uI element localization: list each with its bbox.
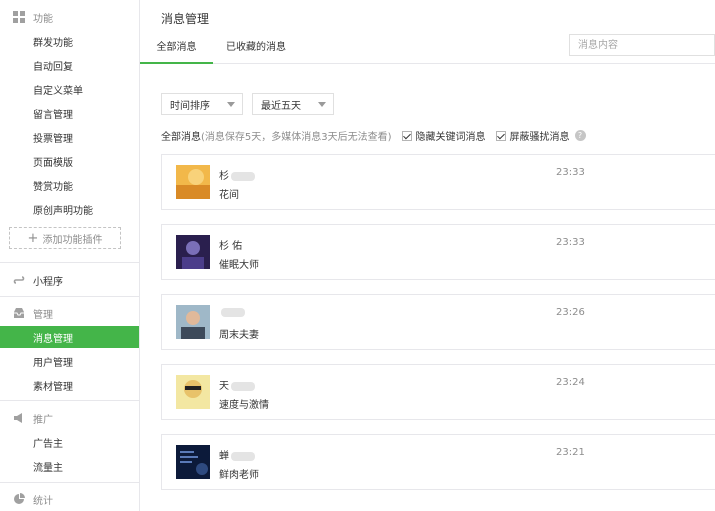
filter-label: 全部消息 (161, 132, 201, 143)
sender-name: 天 (219, 377, 255, 392)
checkbox-checked-icon (495, 130, 506, 141)
message-row[interactable]: 天 速度与激情 23:24 (161, 364, 715, 420)
plus-icon: + (27, 230, 39, 246)
miniprogram-icon (13, 276, 25, 284)
range-select[interactable]: 最近五天 (252, 93, 334, 115)
sidebar-item-auto-reply[interactable]: 自动回复 (0, 54, 139, 76)
chevron-down-icon (318, 102, 326, 107)
sidebar: 功能 群发功能 自动回复 自定义菜单 留言管理 投票管理 页面模版 赞赏功能 原… (0, 0, 140, 511)
sidebar-item-votes[interactable]: 投票管理 (0, 126, 139, 148)
sidebar-item-page-templates[interactable]: 页面模版 (0, 150, 139, 172)
promotion-section-title: 推广 (33, 414, 53, 426)
message-row[interactable]: 蝉 鲜肉老师 23:21 (161, 434, 715, 490)
sender-name: 杉 佑 (219, 241, 243, 252)
add-plugin-button[interactable]: + 添加功能插件 (9, 227, 121, 249)
page-title: 消息管理 (161, 12, 210, 26)
message-text: 花间 (219, 190, 239, 201)
help-icon[interactable]: ? (574, 130, 586, 141)
message-time: 23:26 (556, 307, 585, 318)
sidebar-item-miniprogram[interactable]: 小程序 (0, 270, 139, 290)
message-text: 催眠大师 (219, 260, 259, 271)
sort-select-value: 时间排序 (170, 100, 210, 112)
sort-select[interactable]: 时间排序 (161, 93, 243, 115)
sidebar-item-traffic-owner[interactable]: 流量主 (0, 455, 139, 477)
sidebar-item-appreciation[interactable]: 赞赏功能 (0, 174, 139, 196)
block-spam-checkbox[interactable]: 屏蔽骚扰消息 (495, 128, 570, 143)
sidebar-item-original-declaration[interactable]: 原创声明功能 (0, 198, 139, 220)
filter-row: 全部消息 (消息保存5天，多媒体消息3天后无法查看) 隐藏关键词消息 屏蔽骚扰消… (161, 128, 586, 143)
message-time: 23:33 (556, 167, 585, 178)
sidebar-item-messages[interactable]: 消息管理 (0, 326, 139, 348)
sidebar-divider (0, 296, 139, 297)
stats-section-title: 统计 (33, 495, 53, 507)
megaphone-icon (14, 413, 22, 423)
promotion-section-header: 推广 (0, 408, 139, 428)
checkbox-checked-icon (401, 130, 412, 141)
message-time: 23:33 (556, 237, 585, 248)
chevron-down-icon (227, 102, 235, 107)
avatar (176, 445, 210, 479)
sidebar-item-custom-menu[interactable]: 自定义菜单 (0, 78, 139, 100)
hide-keyword-label: 隐藏关键词消息 (415, 132, 486, 143)
search-input[interactable] (569, 34, 715, 56)
message-row[interactable]: 周末夫妻 23:26 (161, 294, 715, 350)
inbox-icon (14, 308, 24, 318)
sidebar-divider (0, 262, 139, 263)
message-row[interactable]: 杉 佑 催眠大师 23:33 (161, 224, 715, 280)
message-text: 周末夫妻 (219, 330, 259, 341)
main-content: 消息管理 全部消息 已收藏的消息 时间排序 最近五天 全部消息 (消息保存5天，… (140, 0, 715, 511)
grid-icon (13, 11, 25, 23)
message-row[interactable]: 杉 花间 23:33 (161, 154, 715, 210)
sender-name: 蝉 (219, 447, 255, 462)
retention-note: (消息保存5天，多媒体消息3天后无法查看) (201, 132, 392, 143)
sidebar-item-materials[interactable]: 素材管理 (0, 374, 139, 396)
tab-all-messages[interactable]: 全部消息 (140, 33, 213, 64)
message-time: 23:21 (556, 447, 585, 458)
message-text: 速度与激情 (219, 400, 269, 411)
hide-keyword-checkbox[interactable]: 隐藏关键词消息 (401, 128, 486, 143)
sidebar-divider (0, 482, 139, 483)
pie-chart-icon (14, 493, 25, 504)
avatar (176, 375, 210, 409)
range-select-value: 最近五天 (261, 100, 301, 112)
tab-starred-messages[interactable]: 已收藏的消息 (221, 33, 291, 63)
sidebar-item-advertiser[interactable]: 广告主 (0, 431, 139, 453)
message-text: 鲜肉老师 (219, 470, 259, 481)
avatar (176, 235, 210, 269)
sender-name: 杉 (219, 167, 255, 182)
features-section-header: 功能 (0, 7, 139, 27)
management-section-title: 管理 (33, 309, 53, 321)
avatar (176, 165, 210, 199)
sidebar-item-stats[interactable]: 统计 (0, 489, 139, 509)
sidebar-divider (0, 400, 139, 401)
block-spam-label: 屏蔽骚扰消息 (509, 132, 570, 143)
add-plugin-label: 添加功能插件 (42, 234, 103, 246)
features-section-title: 功能 (33, 13, 53, 25)
sidebar-item-mass-send[interactable]: 群发功能 (0, 30, 139, 52)
avatar (176, 305, 210, 339)
sidebar-item-users[interactable]: 用户管理 (0, 350, 139, 372)
miniprogram-label: 小程序 (33, 276, 63, 288)
sender-name (219, 307, 245, 318)
sidebar-item-comments[interactable]: 留言管理 (0, 102, 139, 124)
message-time: 23:24 (556, 377, 585, 388)
management-section-header: 管理 (0, 303, 139, 323)
